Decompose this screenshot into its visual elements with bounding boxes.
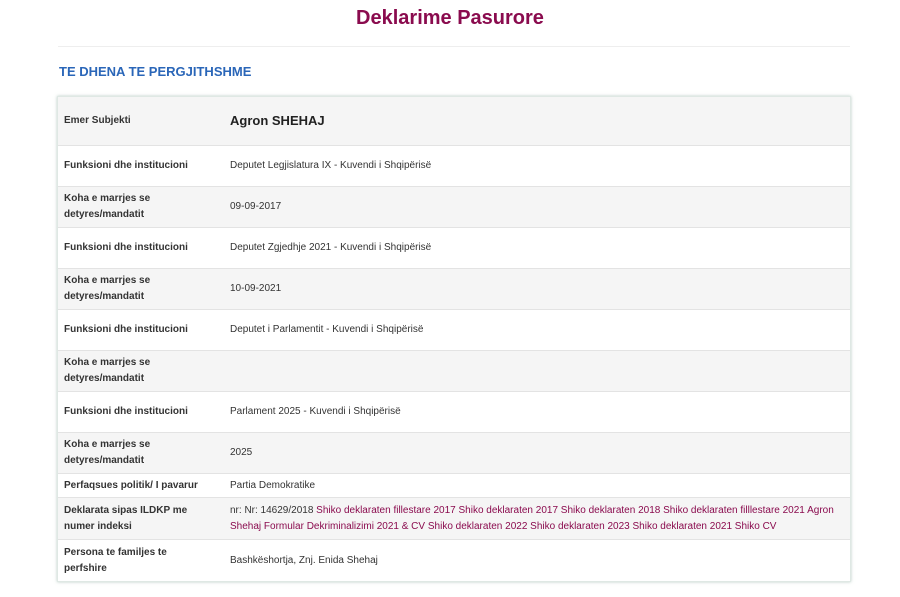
general-info-panel: Emer Subjekti Agron SHEHAJ Funksioni dhe… bbox=[57, 96, 851, 582]
row-label: Deklarata sipas ILDKP me numer indeksi bbox=[58, 498, 198, 539]
declaration-link-initial-2017[interactable]: Shiko deklaraten fillestare 2017 bbox=[316, 505, 456, 516]
table-row: Koha e marrjes se detyres/mandatit 2025 bbox=[58, 433, 850, 474]
row-label: Funksioni dhe institucioni bbox=[58, 310, 198, 350]
table-row-party: Perfaqsues politik/ I pavarur Partia Dem… bbox=[58, 474, 850, 498]
page-title: Deklarime Pasurore bbox=[356, 7, 544, 29]
table-row: Koha e marrjes se detyres/mandatit 10-09… bbox=[58, 269, 850, 310]
table-row: Funksioni dhe institucioni Deputet Zgjed… bbox=[58, 228, 850, 269]
declaration-link-2023[interactable]: Shiko deklaraten 2023 bbox=[530, 521, 630, 532]
cv-link[interactable]: Shiko CV bbox=[735, 521, 777, 532]
table-row-declaration: Deklarata sipas ILDKP me numer indeksi n… bbox=[58, 498, 850, 540]
section-title: TE DHENA TE PERGJITHSHME bbox=[59, 64, 252, 79]
row-value: 2025 bbox=[230, 447, 253, 458]
row-label: Funksioni dhe institucioni bbox=[58, 228, 198, 268]
row-label: Funksioni dhe institucioni bbox=[58, 392, 198, 432]
row-value: Parlament 2025 - Kuvendi i Shqipërisë bbox=[230, 406, 401, 417]
party-value: Partia Demokratike bbox=[230, 479, 316, 491]
table-row: Funksioni dhe institucioni Parlament 202… bbox=[58, 392, 850, 433]
row-label: Koha e marrjes se detyres/mandatit bbox=[58, 187, 198, 227]
table-row: Koha e marrjes se detyres/mandatit bbox=[58, 351, 850, 392]
header-divider bbox=[58, 46, 850, 47]
declaration-number: nr: Nr: 14629/2018 bbox=[230, 504, 314, 516]
row-label: Koha e marrjes se detyres/mandatit bbox=[58, 433, 198, 473]
row-label: Funksioni dhe institucioni bbox=[58, 146, 198, 186]
declaration-link-2017[interactable]: Shiko deklaraten 2017 bbox=[458, 505, 558, 516]
row-value: Deputet Zgjedhje 2021 - Kuvendi i Shqipë… bbox=[230, 242, 432, 253]
row-value: 09-09-2017 bbox=[230, 201, 282, 212]
row-label: Persona te familjes te perfshire bbox=[58, 540, 198, 581]
subject-name: Agron SHEHAJ bbox=[230, 113, 325, 128]
declaration-link-2021[interactable]: Shiko deklaraten 2021 bbox=[632, 521, 732, 532]
row-label: Koha e marrjes se detyres/mandatit bbox=[58, 351, 198, 391]
table-row: Koha e marrjes se detyres/mandatit 09-09… bbox=[58, 187, 850, 228]
row-value: Deputet Legjislatura IX - Kuvendi i Shqi… bbox=[230, 160, 432, 171]
table-row: Funksioni dhe institucioni Deputet Legji… bbox=[58, 146, 850, 187]
declaration-link-2022[interactable]: Shiko deklaraten 2022 bbox=[428, 521, 528, 532]
declaration-link-initial-2021[interactable]: Shiko deklaraten filllestare 2021 bbox=[663, 505, 805, 516]
declaration-link-2018[interactable]: Shiko deklaraten 2018 bbox=[561, 505, 661, 516]
row-label: Perfaqsues politik/ I pavarur bbox=[58, 474, 198, 497]
row-label: Koha e marrjes se detyres/mandatit bbox=[58, 269, 198, 309]
table-row-subject: Emer Subjekti Agron SHEHAJ bbox=[58, 97, 850, 146]
row-label: Emer Subjekti bbox=[58, 97, 198, 145]
family-value: Bashkëshortja, Znj. Enida Shehaj bbox=[230, 554, 378, 566]
row-value bbox=[230, 351, 850, 391]
row-value: Deputet i Parlamentit - Kuvendi i Shqipë… bbox=[230, 324, 424, 335]
table-row-family: Persona te familjes te perfshire Bashkës… bbox=[58, 540, 850, 581]
table-row: Funksioni dhe institucioni Deputet i Par… bbox=[58, 310, 850, 351]
row-value: 10-09-2021 bbox=[230, 283, 282, 294]
declaration-value: nr: Nr: 14629/2018 Shiko deklaraten fill… bbox=[230, 498, 850, 539]
